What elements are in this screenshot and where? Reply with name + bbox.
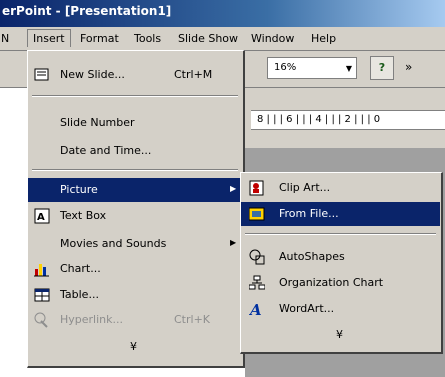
text-box-icon: A xyxy=(34,208,50,224)
menu-item-label: Chart... xyxy=(60,262,101,275)
submenu-item-from-file[interactable]: From File... xyxy=(241,202,440,226)
clip-art-icon xyxy=(249,180,265,196)
menu-item-shortcut: Ctrl+K xyxy=(174,313,211,326)
autoshapes-icon xyxy=(249,249,265,265)
menu-format[interactable]: Format xyxy=(80,32,119,45)
menu-item-date-and-time[interactable]: Date and Time... xyxy=(28,139,242,163)
submenu-item-label: Clip Art... xyxy=(279,181,331,194)
submenu-arrow-icon: ▶ xyxy=(230,184,237,193)
submenu-item-autoshapes[interactable]: AutoShapes xyxy=(241,245,440,269)
help-button[interactable]: ? xyxy=(370,56,394,80)
submenu-item-label: WordArt... xyxy=(279,302,335,315)
submenu-item-wordart[interactable]: A WordArt... xyxy=(241,297,440,321)
menu-help[interactable]: Help xyxy=(311,32,336,45)
expand-chevron-icon: ¥ xyxy=(130,340,137,353)
wordart-icon: A xyxy=(248,301,265,319)
from-file-icon xyxy=(248,206,265,222)
menu-item-picture[interactable]: Picture ▶ xyxy=(28,178,242,202)
submenu-item-clip-art[interactable]: Clip Art... xyxy=(241,176,440,200)
submenu-arrow-icon: ▶ xyxy=(230,238,237,247)
menu-item-label: Slide Number xyxy=(60,116,135,129)
menu-item-label: Date and Time... xyxy=(60,144,152,157)
svg-text:A: A xyxy=(37,212,45,223)
menu-separator xyxy=(32,95,238,97)
menu-item-label: New Slide... xyxy=(60,68,125,81)
submenu-item-label: From File... xyxy=(279,207,339,220)
menu-expand[interactable]: ¥ xyxy=(28,335,242,359)
menu-item-label: Picture xyxy=(60,183,98,196)
menu-fragment-left[interactable]: N xyxy=(1,32,9,45)
menu-item-hyperlink[interactable]: Hyperlink... Ctrl+K xyxy=(28,308,242,332)
menu-slide-show[interactable]: Slide Show xyxy=(178,32,238,45)
submenu-item-label: Organization Chart xyxy=(279,276,384,289)
menu-item-shortcut: Ctrl+M xyxy=(174,68,213,81)
menu-item-label: Text Box xyxy=(60,209,107,222)
submenu-separator xyxy=(245,233,436,235)
menu-item-label: Table... xyxy=(60,288,99,301)
menu-item-table[interactable]: Table... xyxy=(28,283,242,307)
submenu-item-label: AutoShapes xyxy=(279,250,345,263)
window-title: erPoint - [Presentation1] xyxy=(2,4,172,18)
menu-item-new-slide[interactable]: New Slide... Ctrl+M xyxy=(28,63,242,87)
submenu-item-organization-chart[interactable]: Organization Chart xyxy=(241,271,440,295)
submenu-expand[interactable]: ¥ xyxy=(241,323,440,347)
chart-icon xyxy=(34,261,50,277)
svg-text:A: A xyxy=(249,301,262,317)
org-chart-icon xyxy=(248,275,266,291)
menu-item-label: Hyperlink... xyxy=(60,313,123,326)
menu-separator xyxy=(32,169,238,171)
title-bar: erPoint - [Presentation1] xyxy=(0,0,445,27)
new-slide-icon xyxy=(34,67,50,83)
menu-item-label: Movies and Sounds xyxy=(60,237,167,250)
menu-insert[interactable]: Insert xyxy=(27,29,71,47)
insert-menu: New Slide... Ctrl+M Slide Number Date an… xyxy=(27,50,245,368)
menu-item-chart[interactable]: Chart... xyxy=(28,257,242,281)
expand-chevron-icon: ¥ xyxy=(336,328,343,341)
menu-window[interactable]: Window xyxy=(251,32,294,45)
toolbar-overflow-icon[interactable]: » xyxy=(405,60,412,74)
help-icon: ? xyxy=(378,61,386,74)
chevron-down-icon: ▼ xyxy=(345,64,352,73)
zoom-select[interactable]: 16% ▼ xyxy=(267,57,357,79)
horizontal-ruler: 8 | | | 6 | | | 4 | | | 2 | | | 0 xyxy=(251,110,445,130)
hyperlink-icon xyxy=(34,312,50,328)
menu-tools[interactable]: Tools xyxy=(134,32,161,45)
menu-bar: N Insert Format Tools Slide Show Window … xyxy=(0,27,445,51)
menu-item-text-box[interactable]: A Text Box xyxy=(28,204,242,228)
table-icon xyxy=(34,287,50,303)
menu-item-slide-number[interactable]: Slide Number xyxy=(28,111,242,135)
picture-submenu: Clip Art... From File... AutoShapes Orga… xyxy=(240,172,443,354)
zoom-value: 16% xyxy=(274,62,297,73)
menu-item-movies-and-sounds[interactable]: Movies and Sounds ▶ xyxy=(28,232,242,256)
